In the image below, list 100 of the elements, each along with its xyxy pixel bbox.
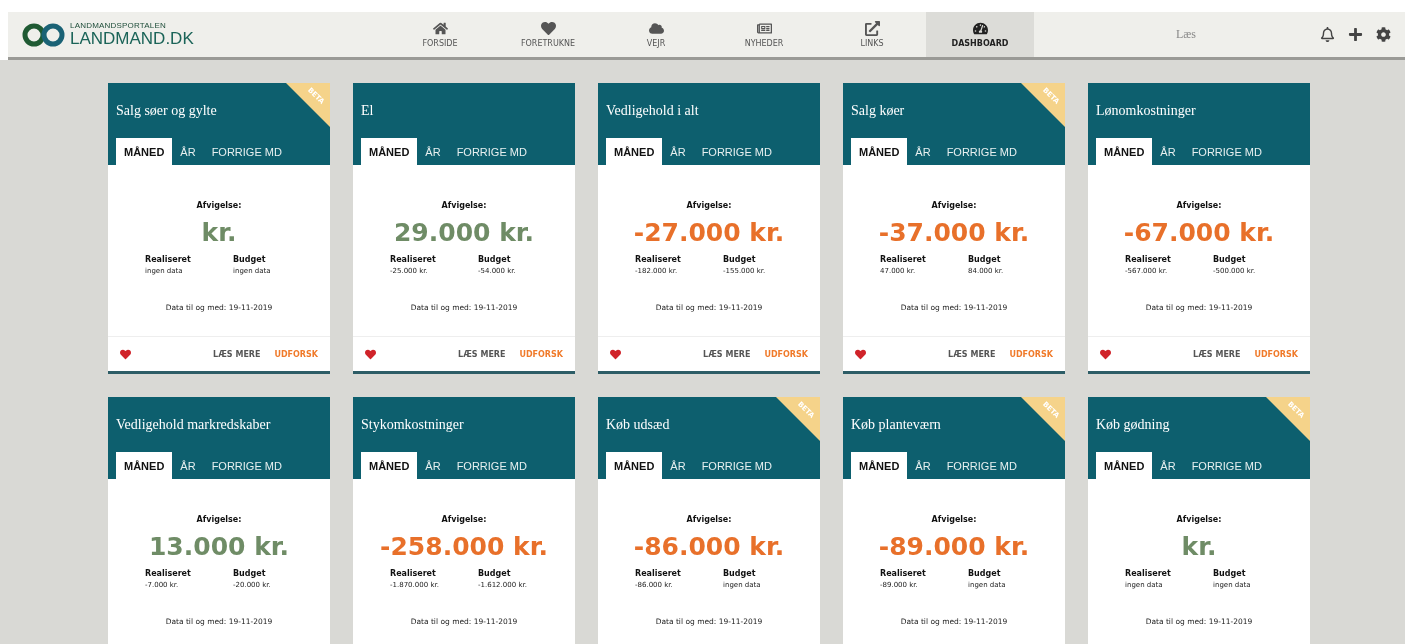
- budget-label: Budget: [1213, 569, 1247, 578]
- realized-label: Realiseret: [145, 255, 192, 264]
- realized-label: Realiseret: [880, 569, 927, 578]
- period-tab[interactable]: MÅNED: [116, 138, 173, 165]
- period-tab[interactable]: MÅNED: [606, 138, 663, 165]
- heart-icon[interactable]: [855, 348, 866, 360]
- logo-text: LANDMAND.DK: [70, 30, 194, 47]
- card-title: El: [361, 101, 374, 120]
- budget-label: Budget: [478, 569, 512, 578]
- card-title: Salg køer: [851, 101, 905, 120]
- nav-tab[interactable]: FORETRUKNE: [494, 12, 602, 57]
- deviation-label: Afvigelse:: [1176, 515, 1222, 524]
- deviation-label: Afvigelse:: [931, 201, 977, 210]
- deviation-label: Afvigelse:: [441, 515, 487, 524]
- external-link-icon: [864, 21, 880, 36]
- realized-label: Realiseret: [390, 255, 437, 264]
- period-tab[interactable]: ÅR: [417, 138, 449, 165]
- period-tab[interactable]: ÅR: [172, 138, 204, 165]
- plus-icon[interactable]: [1348, 27, 1363, 42]
- card-title: Salg søer og gylte: [116, 101, 217, 120]
- period-tab[interactable]: FORRIGE MD: [693, 138, 780, 165]
- period-tab[interactable]: ÅR: [172, 452, 204, 479]
- logo-tagline: LANDMANDSPORTALEN: [70, 22, 167, 30]
- deviation-label: Afvigelse:: [686, 515, 732, 524]
- period-tab[interactable]: MÅNED: [116, 452, 173, 479]
- gauge-icon: [972, 21, 988, 36]
- card-title: Køb planteværn: [851, 415, 941, 434]
- deviation-label: Afvigelse:: [196, 201, 242, 210]
- nav-tab[interactable]: LINKS: [818, 12, 926, 57]
- house-icon: [432, 21, 448, 36]
- read-more-link[interactable]: LÆS MERE: [948, 349, 996, 359]
- card-title: Vedligehold i alt: [606, 101, 699, 120]
- period-tab[interactable]: MÅNED: [851, 138, 908, 165]
- period-tab[interactable]: ÅR: [907, 138, 939, 165]
- period-tab[interactable]: FORRIGE MD: [938, 452, 1025, 479]
- deviation-value: -258.000 kr.: [380, 532, 548, 561]
- card-title: Køb udsæd: [606, 415, 670, 434]
- nav-tab[interactable]: NYHEDER: [710, 12, 818, 57]
- realized-label: Realiseret: [1125, 255, 1172, 264]
- period-tab[interactable]: FORRIGE MD: [203, 452, 290, 479]
- period-tab[interactable]: FORRIGE MD: [448, 138, 535, 165]
- deviation-label: Afvigelse:: [196, 515, 242, 524]
- deviation-value: -37.000 kr.: [878, 218, 1030, 247]
- realized-label: Realiseret: [145, 569, 192, 578]
- period-tab[interactable]: MÅNED: [851, 452, 908, 479]
- period-tab[interactable]: MÅNED: [361, 452, 418, 479]
- bell-icon[interactable]: [1320, 27, 1335, 42]
- deviation-value: -67.000 kr.: [1123, 218, 1275, 247]
- period-tab[interactable]: FORRIGE MD: [203, 138, 290, 165]
- period-tab[interactable]: ÅR: [1152, 138, 1184, 165]
- budget-label: Budget: [478, 255, 512, 264]
- deviation-value: 13.000 kr.: [148, 532, 290, 561]
- read-more-link[interactable]: LÆS MERE: [213, 349, 261, 359]
- read-more-link[interactable]: LÆS MERE: [1193, 349, 1241, 359]
- budget-label: Budget: [723, 569, 757, 578]
- budget-label: Budget: [233, 569, 267, 578]
- period-tab[interactable]: MÅNED: [1096, 138, 1153, 165]
- period-tab[interactable]: FORRIGE MD: [448, 452, 535, 479]
- card-title: Lønomkostninger: [1096, 101, 1196, 120]
- deviation-label: Afvigelse:: [686, 201, 732, 210]
- deviation-value: kr.: [1181, 532, 1217, 561]
- settings-icon[interactable]: [1376, 27, 1391, 42]
- budget-label: Budget: [723, 255, 757, 264]
- heart-icon[interactable]: [365, 348, 376, 360]
- period-tab[interactable]: ÅR: [662, 138, 694, 165]
- deviation-label: Afvigelse:: [1176, 201, 1222, 210]
- nav-tab[interactable]: FORSIDE: [386, 12, 494, 57]
- card-title: Vedligehold markredskaber: [116, 415, 271, 434]
- period-tab[interactable]: FORRIGE MD: [938, 138, 1025, 165]
- deviation-label: Afvigelse:: [931, 515, 977, 524]
- period-tab[interactable]: MÅNED: [1096, 452, 1153, 479]
- period-tab[interactable]: FORRIGE MD: [1183, 138, 1270, 165]
- period-tab[interactable]: FORRIGE MD: [1183, 452, 1270, 479]
- nav-tab[interactable]: DASHBOARD: [926, 12, 1034, 57]
- realized-label: Realiseret: [880, 255, 927, 264]
- period-tab[interactable]: ÅR: [1152, 452, 1184, 479]
- period-tab[interactable]: ÅR: [907, 452, 939, 479]
- deviation-value: -27.000 kr.: [633, 218, 785, 247]
- period-tab[interactable]: MÅNED: [361, 138, 418, 165]
- read-more-link[interactable]: LÆS MERE: [458, 349, 506, 359]
- budget-label: Budget: [1213, 255, 1247, 264]
- realized-label: Realiseret: [635, 255, 682, 264]
- card-title: Køb gødning: [1096, 415, 1170, 434]
- cloud-icon: [648, 21, 664, 36]
- period-tab[interactable]: MÅNED: [606, 452, 663, 479]
- heart-icon[interactable]: [1100, 348, 1111, 360]
- heart-icon[interactable]: [610, 348, 621, 360]
- realized-label: Realiseret: [635, 569, 682, 578]
- search-field[interactable]: Læs: [1074, 12, 1298, 57]
- period-tab[interactable]: ÅR: [417, 452, 449, 479]
- deviation-value: 29.000 kr.: [393, 218, 535, 247]
- read-more-link[interactable]: LÆS MERE: [703, 349, 751, 359]
- period-tab[interactable]: FORRIGE MD: [693, 452, 780, 479]
- nav-tab[interactable]: VEJR: [602, 12, 710, 57]
- newspaper-icon: [756, 21, 772, 36]
- heart-icon[interactable]: [120, 348, 131, 360]
- period-tab[interactable]: ÅR: [662, 452, 694, 479]
- deviation-value: -89.000 kr.: [878, 532, 1030, 561]
- card-title: Stykomkostninger: [361, 415, 464, 434]
- heart-icon: [540, 21, 556, 36]
